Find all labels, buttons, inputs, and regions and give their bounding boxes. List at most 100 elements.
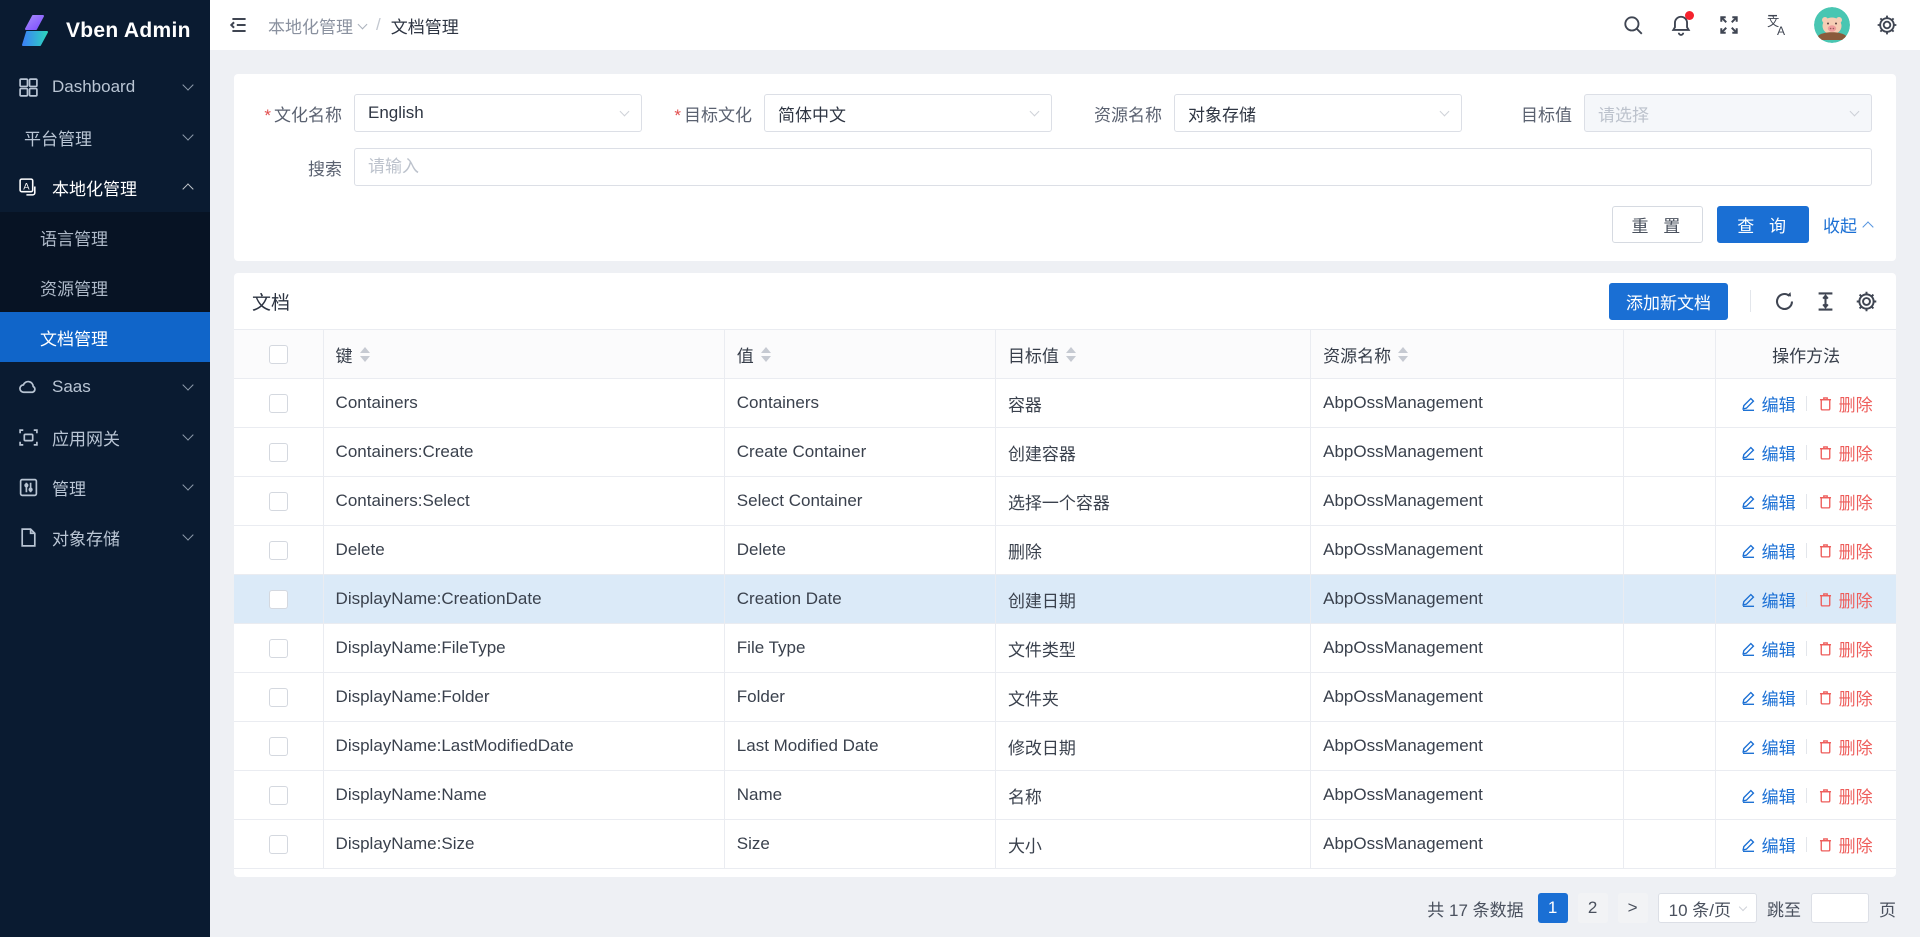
- target-culture-select[interactable]: 简体中文: [764, 94, 1052, 132]
- column-settings-gear-icon[interactable]: [1855, 290, 1878, 313]
- edit-link[interactable]: 编辑: [1740, 538, 1796, 563]
- page-size-select[interactable]: 10 条/页: [1658, 893, 1757, 923]
- edit-link[interactable]: 编辑: [1740, 391, 1796, 416]
- column-header-target[interactable]: 目标值: [995, 330, 1310, 379]
- pagination-total: 共 17 条数据: [1427, 896, 1523, 921]
- delete-link[interactable]: 删除: [1817, 587, 1873, 612]
- sort-icon[interactable]: [1398, 347, 1408, 362]
- search-input[interactable]: [354, 148, 1872, 186]
- edit-link[interactable]: 编辑: [1740, 832, 1796, 857]
- edit-link[interactable]: 编辑: [1740, 587, 1796, 612]
- localization-icon: A: [18, 177, 39, 198]
- row-height-icon[interactable]: [1814, 290, 1837, 313]
- action-divider: [1806, 543, 1807, 558]
- culture-name-select[interactable]: English: [354, 94, 642, 132]
- notification-bell-icon[interactable]: [1670, 14, 1692, 36]
- delete-link[interactable]: 删除: [1817, 832, 1873, 857]
- delete-link[interactable]: 删除: [1817, 391, 1873, 416]
- jump-prefix-label: 跳至: [1767, 896, 1801, 921]
- fullscreen-icon[interactable]: [1718, 14, 1740, 36]
- delete-link[interactable]: 删除: [1817, 636, 1873, 661]
- table-row[interactable]: DisplayName:LastModifiedDate Last Modifi…: [234, 722, 1896, 771]
- row-checkbox[interactable]: [269, 590, 288, 609]
- delete-link[interactable]: 删除: [1817, 440, 1873, 465]
- table-row[interactable]: Containers Containers 容器 AbpOssManagemen…: [234, 379, 1896, 428]
- resource-name-select[interactable]: 对象存储: [1174, 94, 1462, 132]
- sidebar-collapse-icon[interactable]: [228, 14, 250, 36]
- sort-icon[interactable]: [1066, 347, 1076, 362]
- page-button-2[interactable]: 2: [1578, 893, 1608, 923]
- edit-link[interactable]: 编辑: [1740, 783, 1796, 808]
- delete-link[interactable]: 删除: [1817, 538, 1873, 563]
- edit-link[interactable]: 编辑: [1740, 440, 1796, 465]
- pencil-icon: [1740, 836, 1757, 853]
- table-row[interactable]: DisplayName:Name Name 名称 AbpOssManagemen…: [234, 771, 1896, 820]
- user-avatar[interactable]: [1814, 7, 1850, 43]
- delete-link[interactable]: 删除: [1817, 734, 1873, 759]
- table-row[interactable]: Containers:Create Create Container 创建容器 …: [234, 428, 1896, 477]
- cell-key: DisplayName:CreationDate: [323, 575, 724, 624]
- sidebar-item-language-mgmt[interactable]: 语言管理: [0, 212, 210, 262]
- row-checkbox[interactable]: [269, 737, 288, 756]
- row-checkbox[interactable]: [269, 492, 288, 511]
- row-checkbox[interactable]: [269, 541, 288, 560]
- sidebar-item-management[interactable]: 管理: [0, 462, 210, 512]
- select-all-checkbox[interactable]: [269, 345, 288, 364]
- sidebar-item-localization[interactable]: A 本地化管理: [0, 162, 210, 212]
- table-row[interactable]: DisplayName:Folder Folder 文件夹 AbpOssMana…: [234, 673, 1896, 722]
- table-row[interactable]: Delete Delete 删除 AbpOssManagement 编辑 删除: [234, 526, 1896, 575]
- settings-gear-icon[interactable]: [1876, 14, 1898, 36]
- edit-link[interactable]: 编辑: [1740, 636, 1796, 661]
- row-checkbox[interactable]: [269, 688, 288, 707]
- delete-link[interactable]: 删除: [1817, 685, 1873, 710]
- sidebar-item-document-mgmt[interactable]: 文档管理: [0, 312, 210, 362]
- pencil-icon: [1740, 542, 1757, 559]
- row-checkbox[interactable]: [269, 639, 288, 658]
- column-header-resource[interactable]: 资源名称: [1311, 330, 1624, 379]
- reset-button[interactable]: 重 置: [1612, 206, 1704, 243]
- sidebar-item-platform[interactable]: 平台管理: [0, 112, 210, 162]
- table-row[interactable]: DisplayName:Size Size 大小 AbpOssManagemen…: [234, 820, 1896, 869]
- sidebar-item-label: 平台管理: [24, 125, 184, 150]
- sidebar-item-dashboard[interactable]: Dashboard: [0, 62, 210, 112]
- app-logo[interactable]: Vben Admin: [0, 0, 210, 62]
- edit-link[interactable]: 编辑: [1740, 685, 1796, 710]
- chevron-down-icon: [1440, 107, 1450, 117]
- svg-text:A: A: [23, 181, 30, 192]
- edit-link[interactable]: 编辑: [1740, 489, 1796, 514]
- app-title: Vben Admin: [66, 19, 191, 43]
- sidebar-item-saas[interactable]: Saas: [0, 362, 210, 412]
- table-row[interactable]: DisplayName:FileType File Type 文件类型 AbpO…: [234, 624, 1896, 673]
- action-divider: [1806, 690, 1807, 705]
- delete-link[interactable]: 删除: [1817, 783, 1873, 808]
- delete-link[interactable]: 删除: [1817, 489, 1873, 514]
- edit-link[interactable]: 编辑: [1740, 734, 1796, 759]
- trash-icon: [1817, 542, 1834, 559]
- sidebar-item-gateway[interactable]: 应用网关: [0, 412, 210, 462]
- refresh-icon[interactable]: [1773, 290, 1796, 313]
- row-checkbox[interactable]: [269, 394, 288, 413]
- column-header-value[interactable]: 值: [724, 330, 995, 379]
- row-checkbox[interactable]: [269, 443, 288, 462]
- row-checkbox[interactable]: [269, 835, 288, 854]
- field-label: 资源名称: [1078, 101, 1174, 126]
- next-page-button[interactable]: >: [1618, 893, 1648, 923]
- sidebar-item-resource-mgmt[interactable]: 资源管理: [0, 262, 210, 312]
- breadcrumb-parent[interactable]: 本地化管理: [268, 13, 366, 38]
- sort-icon[interactable]: [360, 347, 370, 362]
- cell-resource: AbpOssManagement: [1311, 820, 1624, 869]
- jump-page-input[interactable]: [1811, 893, 1869, 923]
- page-button-1[interactable]: 1: [1538, 893, 1568, 923]
- table-row[interactable]: Containers:Select Select Container 选择一个容…: [234, 477, 1896, 526]
- sidebar-item-object-storage[interactable]: 对象存储: [0, 512, 210, 562]
- collapse-filter-link[interactable]: 收起: [1823, 212, 1872, 237]
- table-row[interactable]: DisplayName:CreationDate Creation Date 创…: [234, 575, 1896, 624]
- sort-icon[interactable]: [761, 347, 771, 362]
- target-value-select[interactable]: 请选择: [1584, 94, 1872, 132]
- row-checkbox[interactable]: [269, 786, 288, 805]
- translate-icon[interactable]: 文 A: [1766, 14, 1788, 36]
- column-header-key[interactable]: 键: [323, 330, 724, 379]
- add-document-button[interactable]: 添加新文档: [1609, 283, 1728, 320]
- search-icon[interactable]: [1622, 14, 1644, 36]
- query-button[interactable]: 查 询: [1717, 206, 1809, 243]
